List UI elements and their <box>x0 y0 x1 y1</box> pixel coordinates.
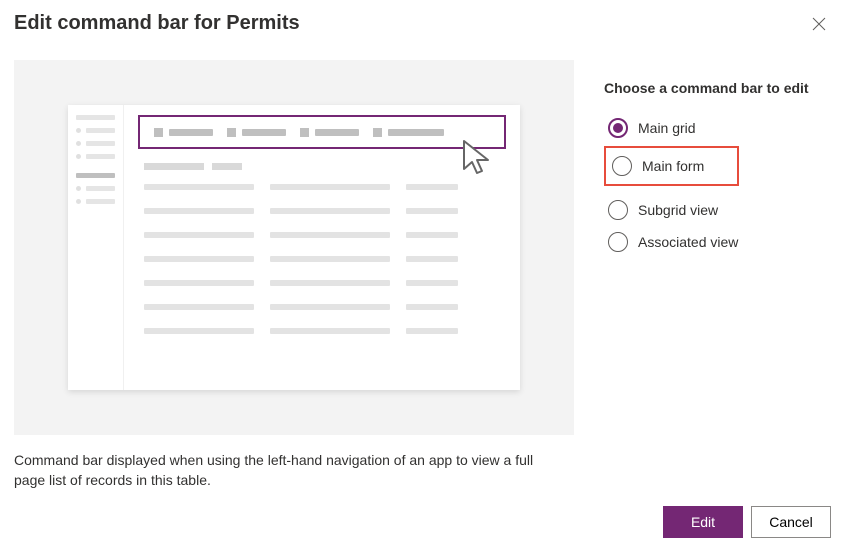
content-header-skeleton <box>144 163 506 170</box>
preview-card <box>68 105 520 390</box>
content-row-skeleton <box>144 256 506 262</box>
cmdbar-item <box>227 128 286 137</box>
radio-icon <box>608 200 628 220</box>
options-heading: Choose a command bar to edit <box>604 80 831 96</box>
preview-column: Command bar displayed when using the lef… <box>14 60 574 490</box>
highlight-box: Main form <box>604 146 739 186</box>
radio-label: Main grid <box>638 120 696 136</box>
sidebar-skeleton-row <box>76 186 115 191</box>
sidebar-skeleton-row <box>76 128 115 133</box>
cmdbar-item <box>373 128 444 137</box>
cmdbar-item <box>154 128 213 137</box>
preview-description: Command bar displayed when using the lef… <box>14 451 534 490</box>
content-row-skeleton <box>144 232 506 238</box>
close-button[interactable] <box>807 12 831 36</box>
edit-command-bar-dialog: Edit command bar for Permits <box>0 0 845 490</box>
sidebar-skeleton-row <box>76 199 115 204</box>
dialog-title: Edit command bar for Permits <box>14 12 300 35</box>
sidebar-skeleton-row <box>76 154 115 159</box>
edit-button[interactable]: Edit <box>663 506 743 538</box>
sidebar-skeleton-row <box>76 173 115 178</box>
radio-icon <box>612 156 632 176</box>
content-row-skeleton <box>144 304 506 310</box>
radio-icon <box>608 118 628 138</box>
preview-main <box>124 105 520 390</box>
dialog-footer: Edit Cancel <box>663 506 831 538</box>
radio-icon <box>608 232 628 252</box>
preview-content <box>138 163 506 334</box>
content-row-skeleton <box>144 328 506 334</box>
preview-frame <box>14 60 574 435</box>
sidebar-skeleton-row <box>76 115 115 120</box>
options-column: Choose a command bar to edit Main gridMa… <box>604 60 831 490</box>
radio-option-main-grid[interactable]: Main grid <box>604 112 831 144</box>
cmdbar-item <box>300 128 359 137</box>
radio-label: Subgrid view <box>638 202 718 218</box>
preview-command-bar <box>138 115 506 149</box>
close-icon <box>811 16 827 32</box>
dialog-body: Command bar displayed when using the lef… <box>14 60 831 490</box>
radio-option-associated-view[interactable]: Associated view <box>604 226 831 258</box>
options-list: Main grid Main form Subgrid view Associated… <box>604 112 831 258</box>
content-row-skeleton <box>144 184 506 190</box>
radio-label: Associated view <box>638 234 738 250</box>
dialog-header: Edit command bar for Permits <box>14 12 831 36</box>
radio-label: Main form <box>642 158 704 174</box>
content-row-skeleton <box>144 208 506 214</box>
content-row-skeleton <box>144 280 506 286</box>
cancel-button[interactable]: Cancel <box>751 506 831 538</box>
radio-option-subgrid-view[interactable]: Subgrid view <box>604 194 831 226</box>
radio-option-main-form[interactable]: Main form <box>608 150 735 182</box>
sidebar-skeleton-row <box>76 141 115 146</box>
preview-sidebar <box>68 105 124 390</box>
